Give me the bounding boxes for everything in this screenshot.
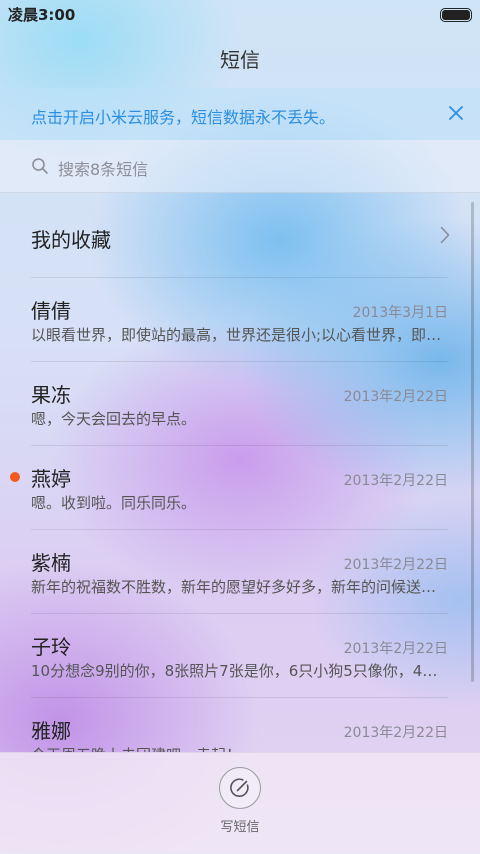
conversation-list[interactable]: 倩倩 2013年3月1日 以眼看世界，即使站的最高，世界还是很小;以心看世界，即… [0,278,480,752]
message-preview: 嗯，今天会回去的早点。 [31,410,197,428]
status-time: 凌晨3:00 [8,6,76,24]
battery-icon [440,8,472,22]
compose-icon [230,778,249,797]
contact-name: 果冻 [31,383,71,407]
compose-label[interactable]: 写短信 [0,816,480,835]
contact-name: 燕婷 [31,467,71,491]
unread-indicator [10,472,20,482]
conversation-item[interactable]: 燕婷 2013年2月22日 嗯。收到啦。同乐同乐。 [0,446,480,530]
conversation-item[interactable]: 果冻 2013年2月22日 嗯，今天会回去的早点。 [0,362,480,446]
battery-level [442,10,470,20]
conversation-item[interactable]: 紫楠 2013年2月22日 新年的祝福数不胜数，新年的愿望好多好多，新年的问候送… [0,530,480,614]
scrollbar[interactable] [471,202,474,682]
close-icon[interactable] [448,105,464,121]
search-bar[interactable]: 搜索8条短信 [0,140,480,193]
message-date: 2013年2月22日 [343,473,448,489]
conversation-item[interactable]: 倩倩 2013年3月1日 以眼看世界，即使站的最高，世界还是很小;以心看世界，即… [0,278,480,362]
search-icon [32,158,48,174]
contact-name: 倩倩 [31,299,71,323]
message-date: 2013年2月22日 [343,557,448,573]
conversation-item[interactable]: 雅娜 2013年2月22日 今天周五晚上去团建吧，走起！ [0,698,480,752]
message-date: 2013年2月22日 [343,389,448,405]
compose-button[interactable] [219,767,261,809]
message-date: 2013年2月22日 [343,641,448,657]
status-bar: 凌晨3:00 [0,0,480,28]
contact-name: 紫楠 [31,551,71,575]
cloud-banner-text[interactable]: 点击开启小米云服务，短信数据永不丢失。 [31,104,335,128]
message-preview: 10分想念9别的你，8张照片7张是你，6只小狗5只像你，4处寻找 [31,662,449,680]
page-title: 短信 [220,48,260,72]
message-preview: 以眼看世界，即使站的最高，世界还是很小;以心看世界，即使身处最低，世界也会变得很… [31,326,449,344]
favorites-row[interactable]: 我的收藏 [0,193,480,277]
message-preview: 嗯。收到啦。同乐同乐。 [31,494,197,512]
contact-name: 子玲 [31,635,71,659]
chevron-right-icon [440,226,450,244]
bottom-bar: 写短信 [0,752,480,854]
favorites-label: 我的收藏 [31,228,111,252]
search-input[interactable]: 搜索8条短信 [58,156,148,180]
cloud-service-banner[interactable]: 点击开启小米云服务，短信数据永不丢失。 [0,88,480,140]
message-date: 2013年3月1日 [352,305,448,321]
message-date: 2013年2月22日 [343,725,448,741]
conversation-item[interactable]: 子玲 2013年2月22日 10分想念9别的你，8张照片7张是你，6只小狗5只像… [0,614,480,698]
message-preview: 新年的祝福数不胜数，新年的愿望好多好多，新年的问候送给你 [31,578,449,596]
contact-name: 雅娜 [31,719,71,743]
message-preview: 今天周五晚上去团建吧，走起！ [31,744,449,752]
